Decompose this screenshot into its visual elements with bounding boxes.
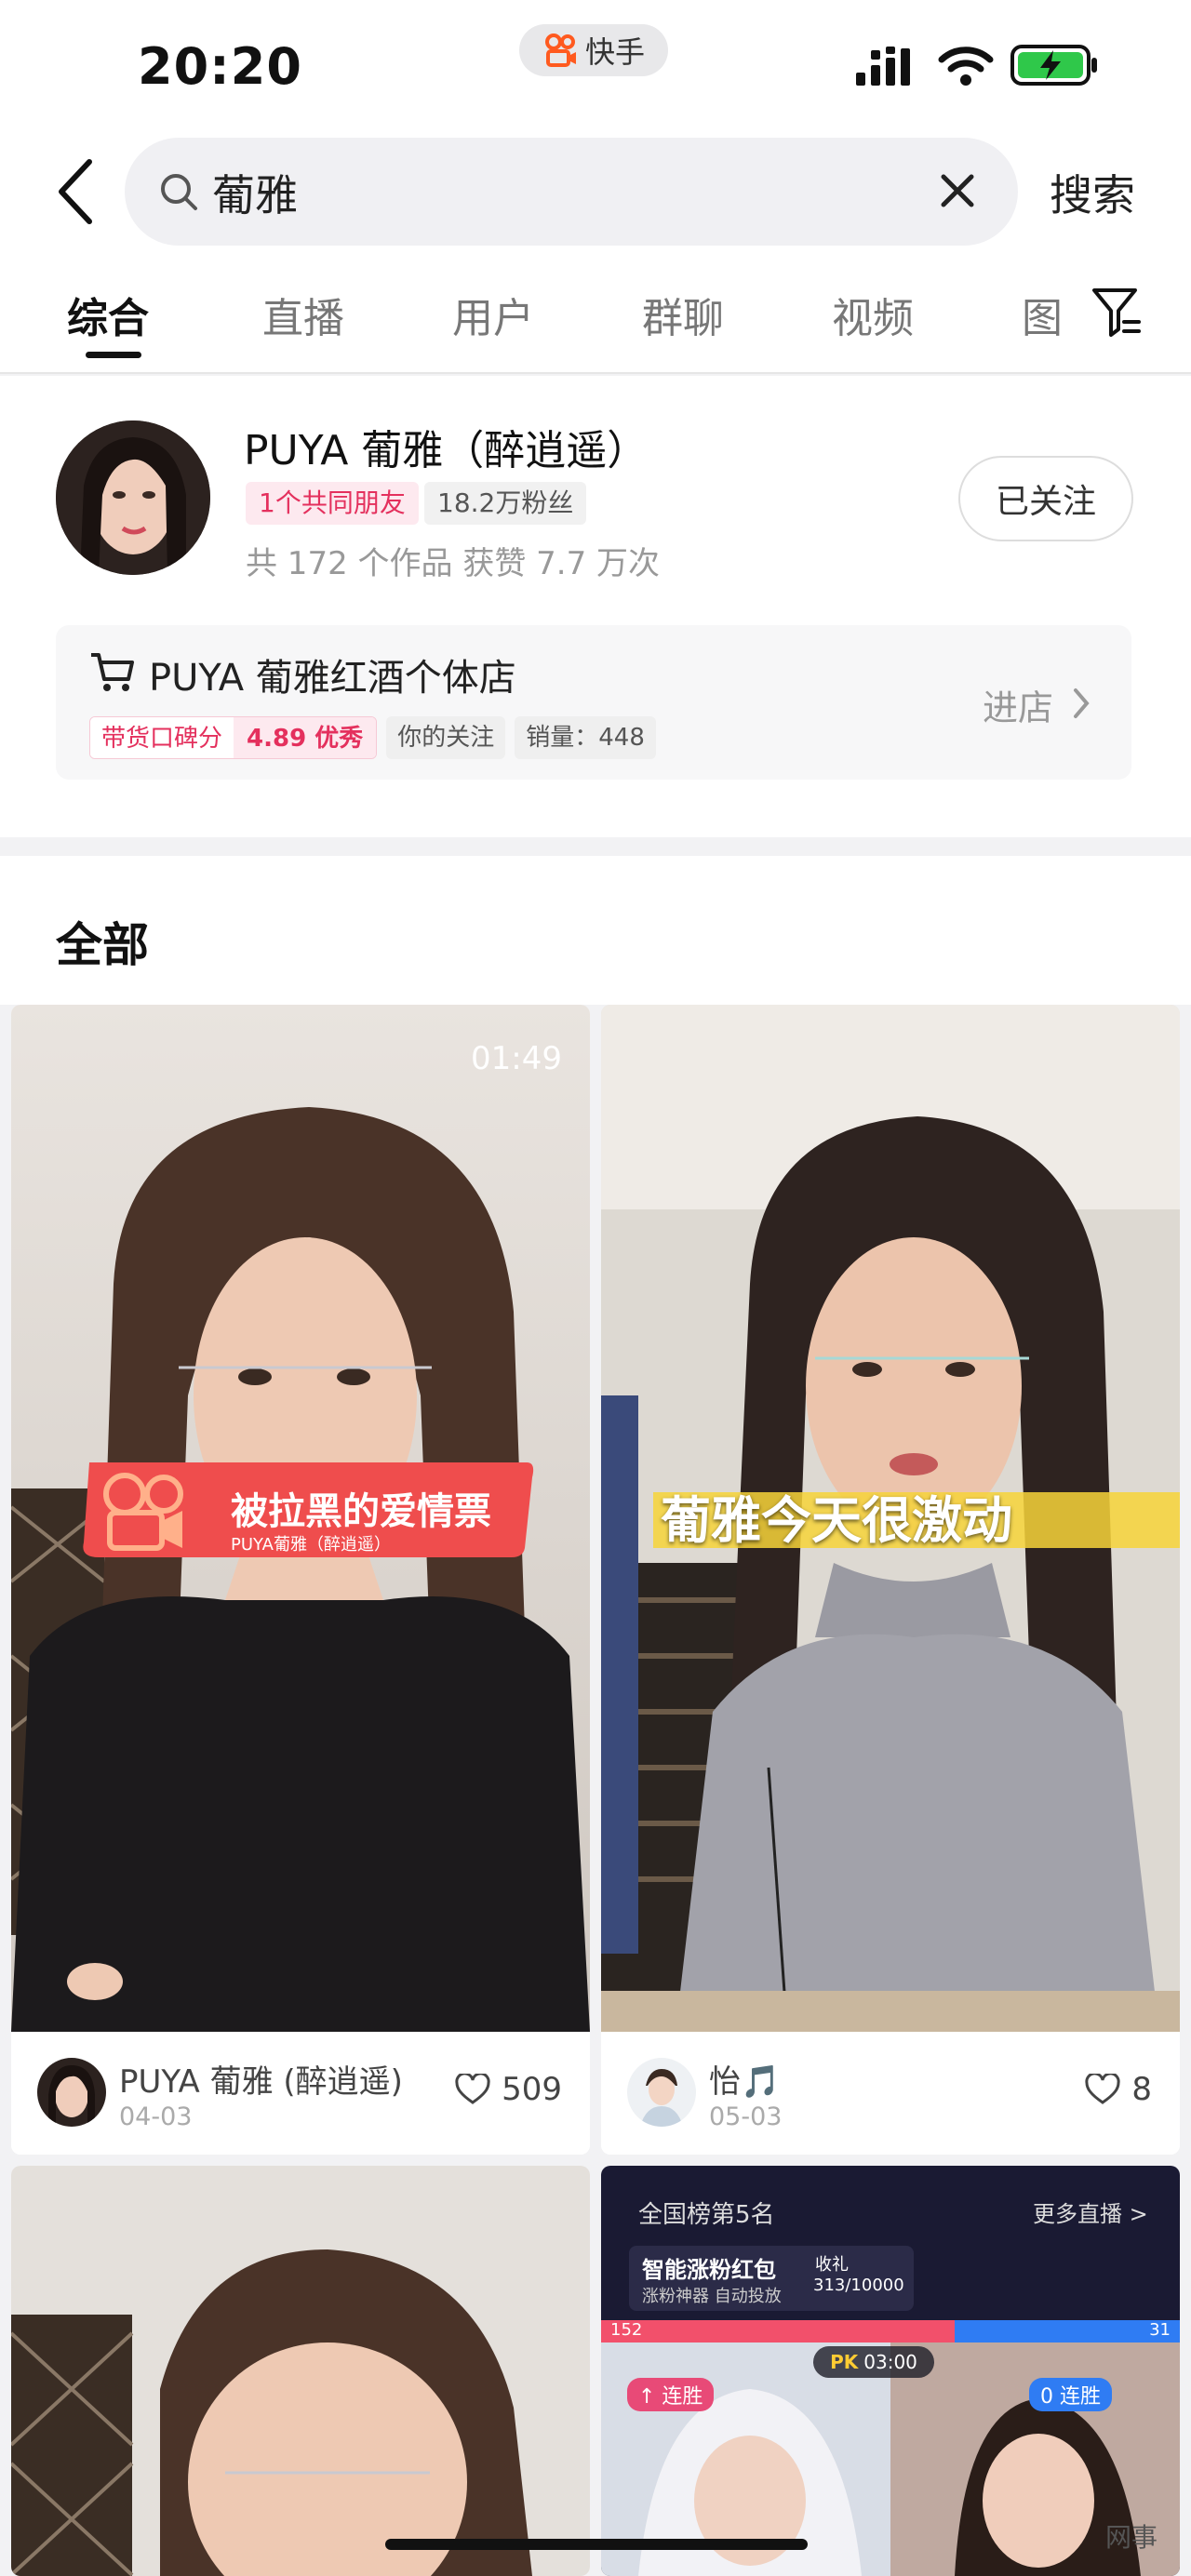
- pk-timer: PK 03:00: [813, 2346, 934, 2378]
- video-title-subtext: PUYA葡雅（醉逍遥）: [231, 1535, 391, 1555]
- followed-button[interactable]: 已关注: [958, 456, 1133, 541]
- tab-users[interactable]: 用户: [452, 285, 534, 344]
- like-count-value: 8: [1131, 2071, 1152, 2108]
- shopping-cart-icon: [91, 653, 134, 691]
- app-indicator-pill[interactable]: 快手: [519, 24, 668, 76]
- user-avatar[interactable]: [56, 420, 210, 575]
- app-name: 快手: [584, 34, 645, 70]
- cellular-signal-icon: [856, 47, 910, 86]
- gift-income-label: 收礼: [815, 2255, 849, 2275]
- promo-title: 智能涨粉红包: [642, 2257, 776, 2283]
- live-rank: 全国榜第5名: [638, 2201, 775, 2229]
- kuaishou-logo-icon: [544, 33, 576, 67]
- like-count[interactable]: 8: [1085, 2071, 1152, 2108]
- pk-timer-value: 03:00: [863, 2351, 917, 2373]
- mutual-friends-badge: 1个共同朋友: [246, 482, 419, 525]
- pk-progress-left: [601, 2320, 955, 2342]
- pk-progress-right: [955, 2320, 1180, 2342]
- following-badge: 你的关注: [386, 716, 506, 759]
- battery-charging-icon: [1010, 45, 1097, 86]
- heart-icon: [1085, 2074, 1120, 2104]
- watermark: 网事: [1105, 2522, 1158, 2553]
- reputation-score-badge: 带货口碑分 4.89 优秀: [89, 716, 378, 759]
- pk-score-left: 152: [610, 2320, 643, 2340]
- video-meta: PUYA 葡雅 (醉逍遥) 04-03 509: [11, 2032, 590, 2155]
- video-caption: 葡雅今天很激动: [661, 1491, 1012, 1550]
- all-section-header: [0, 856, 1191, 1005]
- wifi-icon: [938, 47, 994, 86]
- user-stats: 共 172 个作品 获赞 7.7 万次: [246, 545, 661, 582]
- section-title: 全部: [56, 918, 149, 972]
- clear-search-icon[interactable]: [936, 169, 979, 212]
- win-streak-left: ↑ 连胜: [627, 2378, 715, 2411]
- video-meta: 怡🎵 05-03 8: [601, 2032, 1180, 2155]
- more-live-link[interactable]: 更多直播 >: [1033, 2196, 1148, 2228]
- author-avatar[interactable]: [37, 2058, 106, 2127]
- enter-shop-link[interactable]: 进店: [983, 679, 1053, 730]
- shop-badges: 带货口碑分 4.89 优秀 你的关注 销量：448: [89, 716, 656, 759]
- tab-group-chat[interactable]: 群聊: [642, 285, 724, 344]
- promo-subtitle: 涨粉神器 自动投放: [642, 2287, 782, 2306]
- like-count-value: 509: [502, 2071, 562, 2108]
- video-card[interactable]: [11, 2166, 590, 2576]
- status-time: 20:20: [138, 37, 302, 96]
- search-query-text: 葡雅: [212, 170, 298, 220]
- heart-icon: [455, 2074, 490, 2104]
- tab-live[interactable]: 直播: [262, 285, 344, 344]
- video-title-text: 被拉黑的爱情票: [231, 1490, 491, 1533]
- result-tabs: [0, 251, 1191, 374]
- search-button[interactable]: 搜索: [1050, 162, 1135, 223]
- shop-name[interactable]: PUYA 葡雅红酒个体店: [149, 647, 516, 701]
- pk-icon: PK: [830, 2351, 859, 2373]
- video-thumbnail[interactable]: [11, 2166, 590, 2576]
- video-card[interactable]: 葡雅今天很激动 怡🎵 05-03 8: [601, 1005, 1180, 2155]
- fans-count-badge: 18.2万粉丝: [424, 482, 587, 525]
- video-duration: 01:49: [471, 1040, 562, 1077]
- back-arrow-icon[interactable]: [52, 156, 97, 227]
- author-avatar[interactable]: [627, 2058, 696, 2127]
- tab-images[interactable]: 图: [1022, 285, 1063, 344]
- gift-income-value: 313/10000: [813, 2276, 904, 2295]
- tab-comprehensive[interactable]: 综合: [67, 285, 149, 344]
- reputation-score-label: 带货口碑分: [90, 717, 234, 758]
- user-name[interactable]: PUYA 葡雅（醉逍遥）: [244, 417, 648, 476]
- like-count[interactable]: 509: [455, 2071, 562, 2108]
- search-icon: [161, 174, 197, 210]
- author-name[interactable]: PUYA 葡雅 (醉逍遥): [119, 2056, 403, 2102]
- post-date: 04-03: [119, 2102, 193, 2131]
- active-tab-indicator: [86, 352, 141, 358]
- home-indicator[interactable]: [385, 2539, 808, 2550]
- chevron-right-icon[interactable]: [1070, 687, 1092, 720]
- video-card[interactable]: 01:49 被拉黑的爱情票 PUYA葡雅（醉逍遥） PUYA 葡雅 (醉逍遥) …: [11, 1005, 590, 2155]
- filter-icon[interactable]: [1091, 285, 1143, 340]
- live-stream-card[interactable]: 全国榜第5名 更多直播 > 智能涨粉红包 涨粉神器 自动投放 收礼 313/10…: [601, 2166, 1180, 2576]
- pk-score-right: 31: [1149, 2320, 1171, 2340]
- author-name[interactable]: 怡🎵: [709, 2056, 780, 2102]
- sales-badge: 销量：448: [515, 716, 656, 759]
- reputation-score-value: 4.89 优秀: [234, 717, 377, 758]
- tab-video[interactable]: 视频: [832, 285, 914, 344]
- win-streak-right: 0 连胜: [1029, 2378, 1112, 2411]
- post-date: 05-03: [709, 2102, 783, 2131]
